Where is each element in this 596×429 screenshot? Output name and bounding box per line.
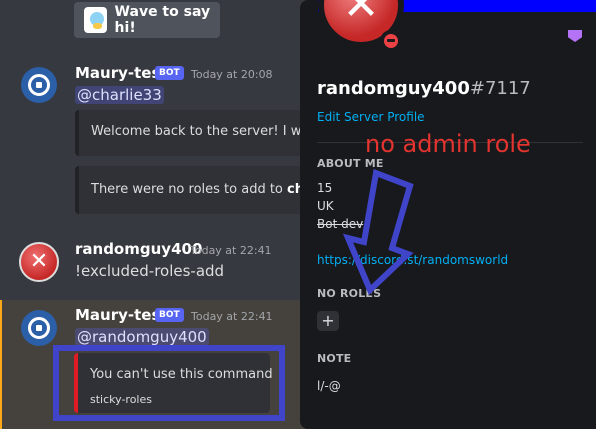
annotation-arrow [342,168,414,296]
message-author[interactable]: randomguy400 [75,240,202,258]
x-mark-icon: ✕ [29,249,49,274]
annotation-box [53,345,285,421]
bot-badge: BOT [155,308,184,322]
add-role-button[interactable]: + [317,311,339,331]
bot-avatar[interactable] [21,310,57,346]
dnd-status-icon [380,30,402,52]
discriminator: #7117 [469,78,531,99]
user-avatar[interactable]: ✕ [19,242,59,282]
username: randomguy400 [317,78,470,99]
annotation-text: no admin role [365,130,531,158]
profile-username: randomguy400#7117 [317,78,531,99]
message-author[interactable]: Maury-test [75,64,168,82]
bot-badge: BOT [155,66,184,80]
message-embed: There were no roles to add to charlie [75,166,310,214]
message-embed: Welcome back to the server! I will gi [75,110,310,156]
nitro-badge-icon[interactable] [568,30,582,42]
wave-sticker-icon [84,7,107,33]
user-mention[interactable]: @randomguy400 [75,328,209,346]
bot-logo-icon [28,74,50,96]
embed-text: Welcome back to the server! I will gi [91,124,310,139]
x-mark-icon: ✕ [342,0,380,30]
wave-button-label: Wave to say hi! [114,4,211,36]
bot-logo-icon [28,317,50,339]
user-mention[interactable]: @charlie33 [75,86,164,104]
message-content: !excluded-roles-add [75,262,225,280]
note-title: NOTE [317,352,352,365]
bot-avatar[interactable] [21,67,57,103]
message-timestamp: Today at 20:08 [191,68,273,81]
message-timestamp: Today at 22:41 [191,310,273,323]
message-timestamp: Today at 22:41 [190,244,272,257]
embed-text: There were no roles to add to charlie [91,182,310,197]
edit-server-profile-link[interactable]: Edit Server Profile [317,110,425,124]
wave-button[interactable]: Wave to say hi! [74,2,220,38]
message-author[interactable]: Maury-test [75,306,168,324]
note-input[interactable]: l/-@ [317,379,341,393]
